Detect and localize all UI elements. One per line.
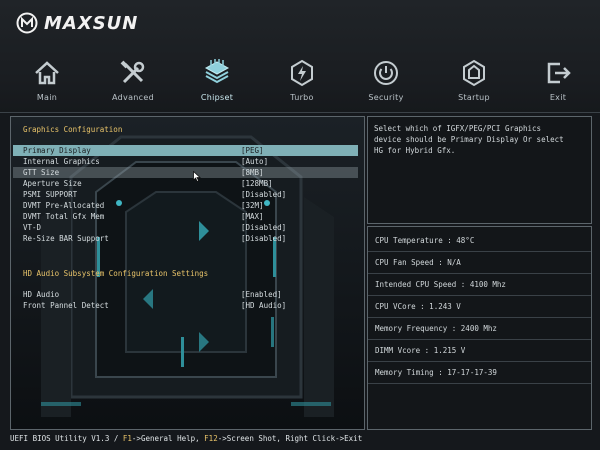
setting-front-panel-detect[interactable]: Front Pannel Detect [HD Audio] [13, 300, 358, 311]
setting-value: [8MB] [241, 168, 264, 177]
setting-value: [Disabled] [241, 223, 287, 232]
startup-icon [463, 59, 485, 87]
nav-advanced-label: Advanced [112, 93, 154, 102]
maxsun-logo: MAXSUN [16, 10, 138, 36]
setting-psmi-support[interactable]: PSMI SUPPORT [Disabled] [13, 189, 358, 200]
top-nav: Main Advanced Chipset Turbo Security Sta… [0, 58, 600, 108]
brand-name: MAXSUN [44, 12, 139, 34]
nav-exit[interactable]: Exit [518, 58, 598, 106]
chip-icon [204, 59, 230, 84]
cpu-fan-speed: CPU Fan Speed : N/A [375, 258, 461, 267]
status-bar: UEFI BIOS Utility V1.3 / F1->General Hel… [10, 432, 590, 446]
help-text: Select which of IGFX/PEG/PCI Graphics de… [374, 124, 564, 155]
setting-dvmt-pre-allocated[interactable]: DVMT Pre-Allocated [32M] [13, 200, 358, 211]
exit-icon [547, 62, 571, 84]
setting-label: HD Audio [23, 290, 60, 299]
nav-exit-label: Exit [549, 93, 567, 102]
monitor-row: DIMM Vcore : 1.215 V [368, 339, 591, 362]
setting-value: [Disabled] [241, 190, 287, 199]
nav-chipset[interactable]: Chipset [177, 58, 257, 106]
settings-panel: Graphics Configuration Primary Display [… [10, 116, 365, 430]
footer-key-f1: F1 [122, 434, 132, 443]
nav-chipset-label: Chipset [200, 93, 234, 102]
setting-value: [HD Audio] [241, 301, 287, 310]
setting-label: DVMT Pre-Allocated [23, 201, 105, 210]
setting-label: Internal Graphics [23, 157, 100, 166]
header: MAXSUN Main Advanced Chipset Turbo Secur… [0, 0, 600, 113]
setting-value: [Disabled] [241, 234, 287, 243]
nav-turbo[interactable]: Turbo [262, 58, 342, 106]
help-panel: Select which of IGFX/PEG/PCI Graphics de… [367, 116, 592, 224]
section-title-hd-audio: HD Audio Subsystem Configuration Setting… [23, 269, 209, 278]
cpu-temperature: CPU Temperature : 48°C [375, 236, 475, 245]
home-icon [35, 61, 59, 85]
maxsun-logo-icon [16, 12, 38, 34]
setting-value: [Enabled] [241, 290, 282, 299]
setting-label: Aperture Size [23, 179, 82, 188]
power-icon [374, 61, 398, 85]
setting-value: [PEG] [241, 146, 264, 155]
setting-value: [32M] [241, 201, 264, 210]
setting-label: Front Pannel Detect [23, 301, 109, 310]
nav-security[interactable]: Security [346, 58, 426, 106]
setting-resize-bar-support[interactable]: Re-Size BAR Support [Disabled] [13, 233, 358, 244]
monitor-row: CPU VCore : 1.243 V [368, 295, 591, 318]
setting-label: DVMT Total Gfx Mem [23, 212, 105, 221]
mouse-cursor-icon [193, 171, 201, 182]
memory-frequency: Memory Frequency : 2400 Mhz [375, 324, 497, 333]
setting-aperture-size[interactable]: Aperture Size [128MB] [13, 178, 358, 189]
setting-internal-graphics[interactable]: Internal Graphics [Auto] [13, 156, 358, 167]
nav-startup[interactable]: Startup [434, 58, 514, 106]
intended-cpu-speed: Intended CPU Speed : 4100 Mhz [375, 280, 506, 289]
nav-advanced[interactable]: Advanced [93, 58, 173, 106]
footer-key-f12: F12 [204, 434, 218, 443]
nav-main[interactable]: Main [7, 58, 87, 106]
nav-turbo-label: Turbo [290, 93, 314, 102]
setting-value: [128MB] [241, 179, 273, 188]
monitor-row: Memory Timing : 17-17-17-39 [368, 361, 591, 384]
setting-label: PSMI SUPPORT [23, 190, 78, 199]
setting-label: GTT Size [23, 168, 60, 177]
monitor-row: Intended CPU Speed : 4100 Mhz [368, 273, 591, 296]
footer-version: UEFI BIOS Utility V1.3 / [10, 434, 123, 443]
monitor-row: CPU Temperature : 48°C [368, 229, 591, 252]
header-divider [0, 112, 600, 113]
setting-value: [MAX] [241, 212, 264, 221]
setting-label: Re-Size BAR Support [23, 234, 109, 243]
setting-vt-d[interactable]: VT-D [Disabled] [13, 222, 358, 233]
setting-label: VT-D [23, 223, 42, 232]
nav-main-label: Main [36, 93, 58, 102]
setting-value: [Auto] [241, 157, 269, 166]
setting-label: Primary Display [23, 146, 91, 155]
monitor-row: CPU Fan Speed : N/A [368, 251, 591, 274]
setting-dvmt-total-gfx-mem[interactable]: DVMT Total Gfx Mem [MAX] [13, 211, 358, 222]
cpu-vcore: CPU VCore : 1.243 V [375, 302, 461, 311]
tools-icon [120, 60, 145, 84]
setting-gtt-size[interactable]: GTT Size [8MB] [13, 167, 358, 178]
section-title-graphics: Graphics Configuration [23, 125, 123, 134]
setting-primary-display[interactable]: Primary Display [PEG] [13, 145, 358, 156]
memory-timing: Memory Timing : 17-17-17-39 [375, 368, 497, 377]
footer-text-screenshot: ->Screen Shot, Right Click->Exit [217, 434, 363, 443]
footer-text-help: ->General Help, [131, 434, 205, 443]
setting-hd-audio[interactable]: HD Audio [Enabled] [13, 289, 358, 300]
monitor-row: Memory Frequency : 2400 Mhz [368, 317, 591, 340]
hardware-monitor: CPU Temperature : 48°C CPU Fan Speed : N… [367, 226, 592, 430]
nav-security-label: Security [368, 93, 404, 102]
bolt-icon [291, 59, 313, 87]
nav-startup-label: Startup [458, 93, 490, 102]
dimm-vcore: DIMM Vcore : 1.215 V [375, 346, 466, 355]
settings-list: Graphics Configuration Primary Display [… [11, 117, 364, 429]
